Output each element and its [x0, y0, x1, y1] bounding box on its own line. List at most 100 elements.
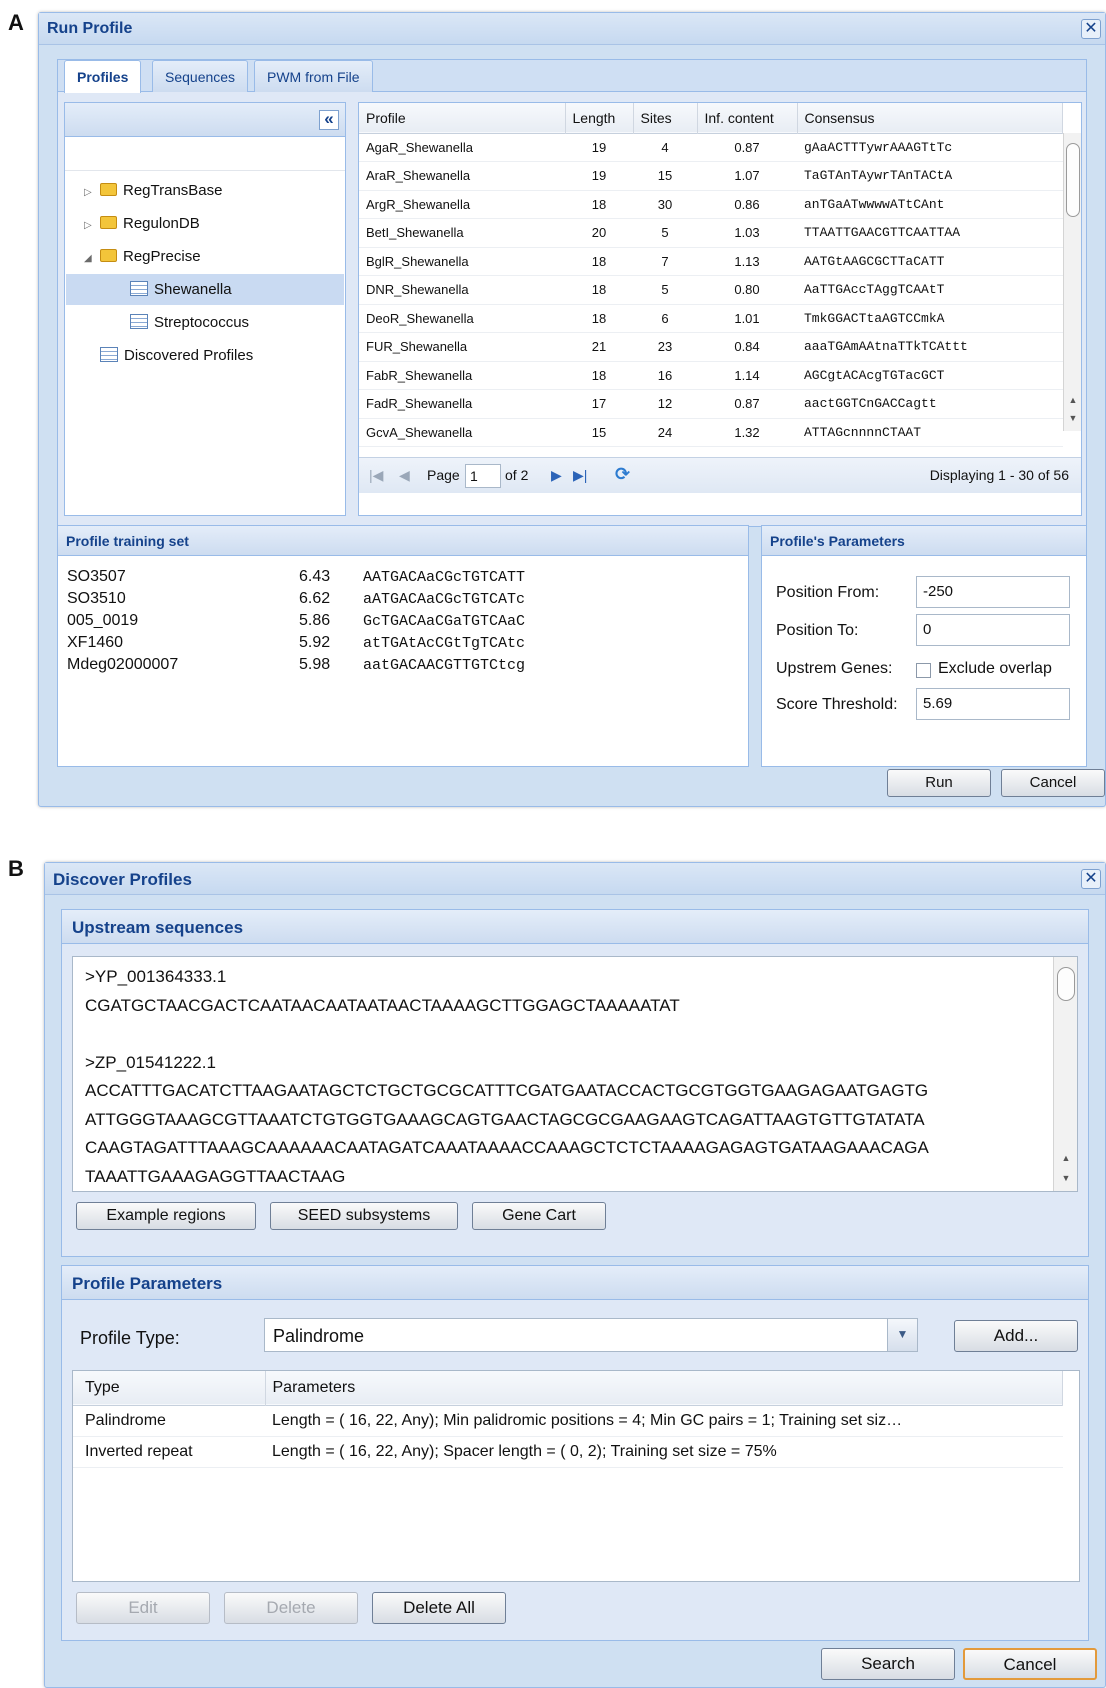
panel-a-label: A — [8, 10, 24, 35]
sites-cell: 15 — [633, 161, 697, 191]
score-threshold-input[interactable]: 5.69 — [916, 688, 1070, 720]
page-label: Page — [427, 467, 460, 483]
tab-profiles[interactable]: Profiles — [64, 60, 142, 93]
tab-sequences[interactable]: Sequences — [152, 60, 249, 92]
last-page-icon[interactable]: ▶| — [573, 467, 587, 484]
sequence-id: Mdeg02000007 — [67, 656, 179, 673]
prev-page-icon[interactable]: ◀ — [399, 467, 410, 484]
tree-node[interactable]: ◢ RegPrecise — [66, 241, 344, 272]
cancel-button[interactable]: Cancel — [963, 1648, 1097, 1680]
consensus-cell: ATTAGcnnnnCTAAT — [797, 418, 1063, 447]
grid-scrollbar[interactable]: ▲ ▼ — [1063, 133, 1081, 431]
scroll-up-icon[interactable]: ▲ — [1059, 1151, 1073, 1165]
exclude-overlap-label[interactable]: Exclude overlap — [938, 660, 1052, 678]
sequences-scrollbar[interactable]: ▲ ▼ — [1053, 957, 1077, 1191]
col-sites[interactable]: Sites — [633, 103, 698, 133]
inf-content-cell: 1.01 — [697, 304, 797, 333]
table-row[interactable]: BglR_Shewanella 18 7 1.13 AATGtAAGCGCTTaCATT — [359, 247, 1063, 276]
parameters-cell: Length = ( 16, 22, Any); Min palidromic … — [265, 1405, 1063, 1437]
page-of-label: of 2 — [505, 467, 529, 483]
tree-node[interactable]: ▷ RegTransBase — [66, 175, 344, 206]
list-icon — [130, 281, 148, 296]
next-page-icon[interactable]: ▶ — [551, 467, 562, 484]
table-row[interactable]: AraR_Shewanella 19 15 1.07 TaGTAnTAywrTAnTAC… — [359, 161, 1063, 191]
delete-all-button[interactable]: Delete All — [372, 1592, 506, 1624]
scroll-down-icon[interactable]: ▼ — [1059, 1171, 1073, 1185]
refresh-icon[interactable]: ⟳ — [615, 464, 630, 485]
position-from-input[interactable]: -250 — [916, 576, 1070, 608]
table-row[interactable]: DNR_Shewanella 18 5 0.80 AaTTGAccTAggTCAAtT — [359, 275, 1063, 305]
score-value: 5.98 — [299, 656, 331, 673]
close-icon[interactable]: ✕ — [1081, 869, 1101, 889]
profile-types-grid: Type Parameters Palindrome Length = ( 16,… — [72, 1370, 1080, 1582]
delete-button[interactable]: Delete — [224, 1592, 358, 1624]
site-sequence: aATGACAaCGcTGTCATc — [363, 590, 526, 608]
sequences-textarea[interactable]: >YP_001364333.1 CGATGCTAACGACTCAATAACAATA… — [72, 956, 1078, 1192]
sites-cell: 16 — [633, 361, 697, 390]
table-row[interactable]: DeoR_Shewanella 18 6 1.01 TmkGGACTtaAGTCCmkA — [359, 304, 1063, 333]
profile-type-value: Palindrome — [273, 1326, 365, 1346]
edit-button[interactable]: Edit — [76, 1592, 210, 1624]
window-header[interactable]: Discover Profiles ✕ — [45, 863, 1105, 895]
gene-cart-button[interactable]: Gene Cart — [472, 1202, 606, 1230]
training-row: XF1460 5.92 atTGAtAcCGtTgTCAtc — [66, 632, 526, 654]
example-regions-button[interactable]: Example regions — [76, 1202, 256, 1230]
position-to-input[interactable]: 0 — [916, 614, 1070, 646]
col-length[interactable]: Length — [565, 103, 634, 133]
table-row[interactable]: ArgR_Shewanella 18 30 0.86 anTGaATwwwwATtCAn… — [359, 190, 1063, 219]
scroll-thumb[interactable] — [1057, 967, 1075, 1001]
profile-tree-panel: « ▷ RegTransBase ▷ RegulonDB ◢ RegPrecise Shew… — [64, 102, 346, 516]
collapse-node-icon[interactable]: ◢ — [84, 243, 94, 274]
scroll-thumb[interactable] — [1066, 143, 1080, 217]
close-icon[interactable]: ✕ — [1081, 19, 1101, 39]
col-consensus[interactable]: Consensus — [797, 103, 1063, 133]
consensus-cell: AGCgtACAcgTGTacGCT — [797, 361, 1063, 390]
scroll-up-icon[interactable]: ▲ — [1066, 393, 1080, 407]
tab-pwm-from-file[interactable]: PWM from File — [254, 60, 373, 92]
table-row[interactable]: FabR_Shewanella 18 16 1.14 AGCgtACAcgTGTacGC… — [359, 361, 1063, 390]
score-value: 5.86 — [299, 612, 331, 629]
table-row[interactable]: GcvA_Shewanella 15 24 1.32 ATTAGcnnnnCTAAT — [359, 418, 1063, 447]
run-button[interactable]: Run — [887, 769, 991, 797]
length-cell: 17 — [565, 389, 633, 419]
cancel-button[interactable]: Cancel — [1001, 769, 1105, 797]
profile-cell: AraR_Shewanella — [359, 161, 565, 191]
tree-node-label: RegTransBase — [123, 182, 223, 199]
expand-icon[interactable]: ▷ — [84, 210, 94, 241]
col-profile[interactable]: Profile — [359, 103, 566, 133]
profile-parameters-title: Profile Parameters — [62, 1266, 1088, 1300]
tree-node[interactable]: ▷ RegulonDB — [66, 208, 344, 239]
tree-node[interactable]: Streptococcus — [66, 307, 344, 338]
col-inf-content[interactable]: Inf. content — [697, 103, 798, 133]
collapse-icon[interactable]: « — [319, 110, 339, 130]
exclude-overlap-checkbox[interactable] — [916, 663, 931, 678]
add-button[interactable]: Add... — [954, 1320, 1078, 1352]
tree-node[interactable]: Shewanella — [66, 274, 344, 305]
list-icon — [130, 314, 148, 329]
col-parameters[interactable]: Parameters — [265, 1371, 1063, 1405]
profile-type-select[interactable]: Palindrome ▼ — [264, 1318, 918, 1352]
tree-node[interactable]: Discovered Profiles — [66, 340, 344, 371]
col-type[interactable]: Type — [73, 1371, 266, 1405]
sequence-line: ACCATTTGACATCTTAAGAATAGCTCTGCTGCGCATTTCG… — [85, 1081, 929, 1100]
page-input[interactable]: 1 — [465, 464, 501, 488]
window-header[interactable]: Run Profile ✕ — [39, 13, 1105, 45]
profile-cell: DNR_Shewanella — [359, 275, 565, 305]
length-cell: 18 — [565, 190, 633, 219]
table-row[interactable]: Inverted repeat Length = ( 16, 22, Any); … — [73, 1436, 1063, 1468]
sequence-header: >ZP_01541222.1 — [85, 1052, 216, 1072]
search-button[interactable]: Search — [821, 1648, 955, 1680]
seed-subsystems-button[interactable]: SEED subsystems — [270, 1202, 458, 1230]
expand-icon[interactable]: ▷ — [84, 177, 94, 208]
first-page-icon[interactable]: |◀ — [369, 467, 383, 484]
table-row[interactable]: AgaR_Shewanella 19 4 0.87 gAaACTTTywrAAAGTtT… — [359, 133, 1063, 162]
table-row[interactable]: Palindrome Length = ( 16, 22, Any); Min p… — [73, 1405, 1063, 1437]
profiles-grid: Profile Length Sites Inf. content Consen… — [358, 102, 1082, 516]
scroll-down-icon[interactable]: ▼ — [1066, 411, 1080, 425]
table-row[interactable]: BetI_Shewanella 20 5 1.03 TTAATTGAACGTTCAATT… — [359, 218, 1063, 248]
sites-cell: 24 — [633, 418, 697, 447]
table-row[interactable]: FadR_Shewanella 17 12 0.87 aactGGTCnGACCagtt — [359, 389, 1063, 419]
chevron-down-icon[interactable]: ▼ — [887, 1319, 917, 1351]
sequence-line — [85, 1020, 1045, 1049]
table-row[interactable]: FUR_Shewanella 21 23 0.84 aaaTGAmAAtnaTTkTCA… — [359, 332, 1063, 362]
